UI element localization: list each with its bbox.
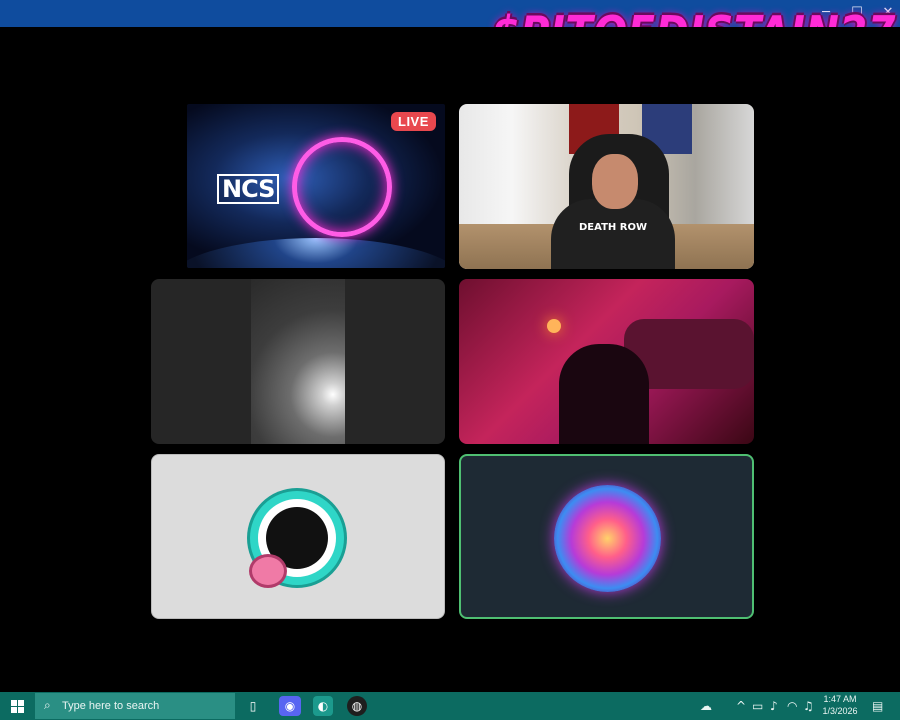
- chevron-up-icon[interactable]: ^: [736, 692, 746, 720]
- system-clock[interactable]: 1:47 AM 1/3/2026: [820, 693, 860, 717]
- search-placeholder: Type here to search: [62, 700, 160, 712]
- mic-icon[interactable]: ♪: [770, 692, 778, 720]
- participant-body: [551, 199, 675, 269]
- avatar-tile-1[interactable]: [151, 454, 445, 619]
- donut-mascot-icon: [249, 554, 287, 588]
- windows-start-icon[interactable]: [0, 692, 34, 720]
- video-grid: [0, 27, 900, 692]
- avatar-tile-2-speaking[interactable]: [459, 454, 754, 619]
- ncs-logo: NCS: [217, 174, 280, 204]
- obs-icon[interactable]: ◍: [347, 696, 367, 716]
- video-tile-webcam-1[interactable]: DEATH ROW: [459, 104, 754, 269]
- task-view-icon[interactable]: ▯: [243, 696, 263, 716]
- search-icon: ⌕: [44, 698, 51, 712]
- taskbar-search-box[interactable]: ⌕ Type here to search: [35, 693, 235, 719]
- clock-time: 1:47 AM: [823, 694, 857, 704]
- participant-head: [592, 154, 638, 209]
- lamp-light: [547, 319, 561, 333]
- audio-visualizer-ring: [292, 137, 392, 237]
- discord-icon[interactable]: ◉: [279, 696, 301, 716]
- video-tile-webcam-3[interactable]: [459, 279, 754, 444]
- video-tile-webcam-2[interactable]: [151, 279, 445, 444]
- participant-body: [559, 344, 649, 444]
- earth-horizon: [187, 238, 445, 268]
- portrait-camera-feed: [251, 279, 345, 444]
- taskbar: ⌕ Type here to search ▯ ◉ ◐ ◍ ☁ ^ ▭ ♪ ◠ …: [0, 692, 900, 720]
- shirt-print: DEATH ROW: [579, 222, 647, 233]
- weather-icon[interactable]: ☁: [700, 692, 712, 720]
- volume-icon[interactable]: ♫: [803, 692, 814, 720]
- edge-icon[interactable]: ◐: [313, 696, 333, 716]
- live-badge: LIVE: [391, 112, 436, 131]
- clock-date: 1/3/2026: [822, 706, 858, 716]
- wifi-icon[interactable]: ◠: [787, 692, 797, 720]
- neon-skull-icon: [554, 485, 661, 592]
- notification-icon[interactable]: ▤: [872, 692, 883, 720]
- network-icon[interactable]: ▭: [752, 692, 763, 720]
